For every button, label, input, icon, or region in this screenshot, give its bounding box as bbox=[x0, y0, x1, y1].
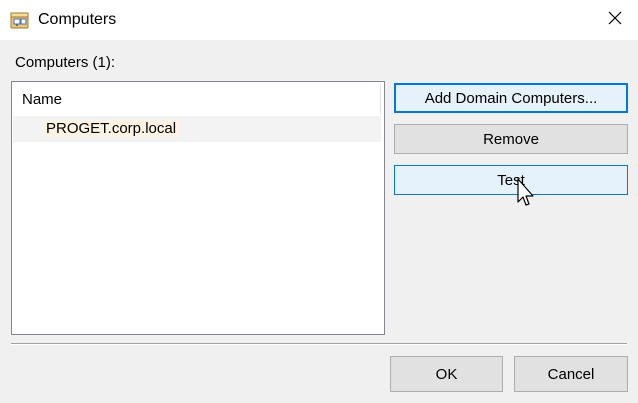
window-title: Computers bbox=[38, 11, 117, 28]
computers-list-label: Computers (1): bbox=[15, 54, 116, 71]
remove-button[interactable]: Remove bbox=[394, 124, 628, 154]
computers-app-icon bbox=[9, 9, 31, 31]
separator bbox=[11, 343, 627, 345]
list-item-label: PROGET.corp.local bbox=[43, 120, 180, 137]
close-button[interactable] bbox=[592, 0, 638, 40]
name-column-header-label: Name bbox=[22, 91, 63, 108]
name-column-header[interactable]: Name bbox=[13, 83, 381, 115]
close-icon bbox=[608, 11, 622, 30]
cancel-button[interactable]: Cancel bbox=[514, 356, 628, 392]
title-bar[interactable]: Computers bbox=[0, 0, 638, 40]
computers-list[interactable]: Name PROGET.corp.local bbox=[11, 81, 385, 335]
ok-button[interactable]: OK bbox=[390, 356, 503, 392]
list-item[interactable]: PROGET.corp.local bbox=[13, 116, 381, 142]
computers-dialog: Computers Computers (1): Name PROGET.cor… bbox=[0, 0, 638, 403]
test-button[interactable]: Test bbox=[394, 165, 628, 195]
add-domain-computers-button[interactable]: Add Domain Computers... bbox=[394, 83, 628, 113]
